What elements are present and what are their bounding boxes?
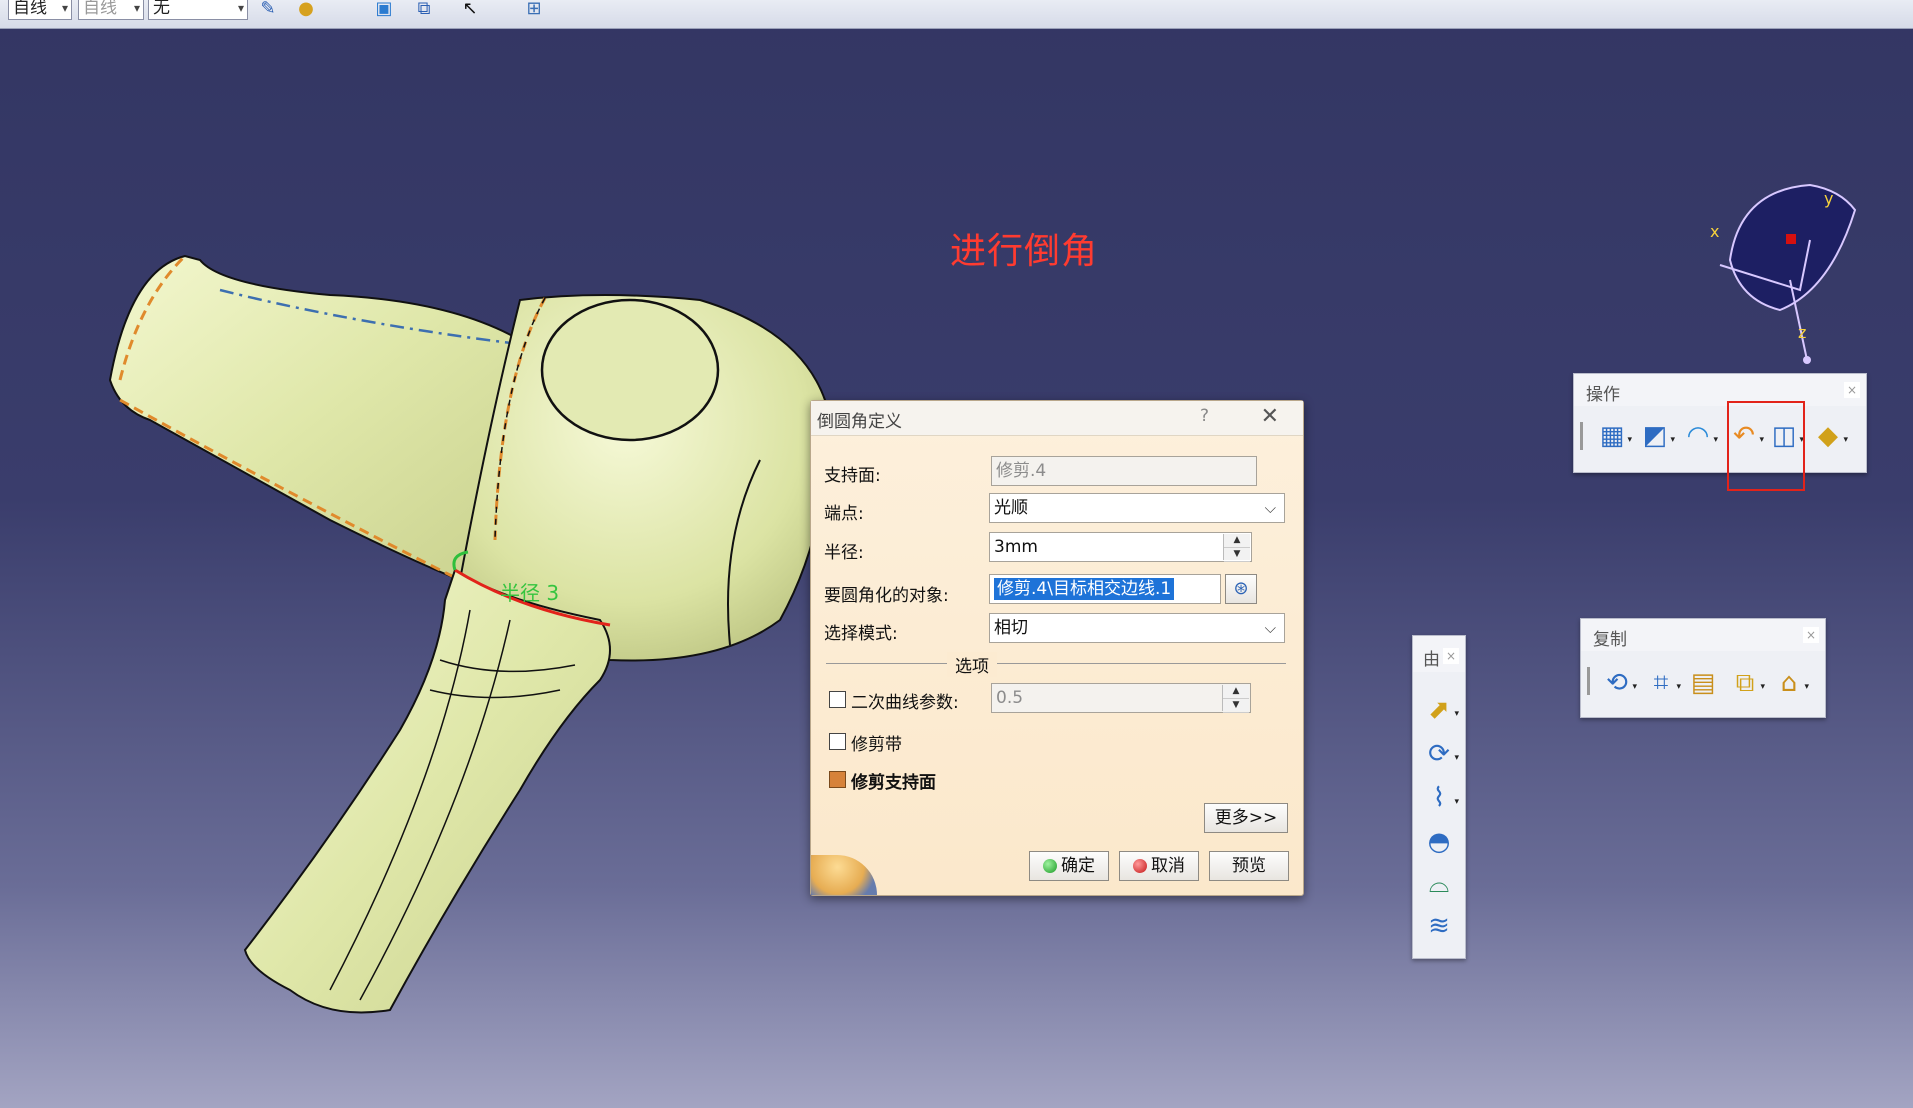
conic-value: 0.5 (996, 688, 1024, 708)
copy-toolbar: 复制 × ⟲ ▾ ⌗ ▾ ▤ ⧉ ▾ ⌂ ▾ (1580, 618, 1826, 718)
dialog-decoration (811, 855, 877, 895)
trim-ribbon-label: 修剪带 (851, 735, 902, 755)
ok-label: 确定 (1061, 856, 1095, 876)
conic-checkbox[interactable] (829, 691, 846, 708)
operations-toolbar-title: 操作 (1586, 385, 1620, 405)
compass-y-label: y (1824, 189, 1833, 208)
spin-up-icon[interactable]: ▲ (1224, 534, 1250, 548)
radius-stepper[interactable]: 3mm ▲ ▼ (989, 532, 1252, 562)
heal-icon[interactable]: ◩ ▾ (1637, 418, 1675, 454)
objects-value: 修剪.4\目标相交边线.1 (994, 578, 1175, 600)
support-field[interactable]: 修剪.4 (991, 456, 1257, 486)
objects-label: 要圆角化的对象: (824, 586, 949, 606)
endpoint-select[interactable]: 光顺 ⌵ (989, 493, 1285, 523)
cancel-button[interactable]: 取消 (1119, 851, 1199, 881)
instantiate-icon[interactable]: ▤ (1685, 665, 1721, 701)
radius-spin-buttons[interactable]: ▲ ▼ (1223, 534, 1250, 562)
radius-label: 半径: (824, 543, 864, 563)
chevron-down-icon: ⌵ (1264, 499, 1276, 517)
cancel-icon (1133, 859, 1147, 873)
fill-icon[interactable]: ◓ (1421, 824, 1457, 860)
object-repetition-icon[interactable]: ⟲ ▾ (1599, 665, 1637, 701)
duplicate-icon[interactable]: ⧉ ▾ (1727, 665, 1765, 701)
transform-icon[interactable]: ◆ ▾ (1810, 418, 1848, 454)
edge-selection-icon[interactable]: ⊛ (1225, 574, 1257, 604)
conic-field: 0.5 ▲ ▼ (991, 683, 1251, 713)
copy-toolbar-title: 复制 (1593, 630, 1627, 650)
close-icon[interactable]: × (1844, 382, 1860, 398)
objects-field[interactable]: 修剪.4\目标相交边线.1 (989, 574, 1221, 604)
dialog-title: 倒圆角定义 (817, 412, 902, 432)
toolbar-grip[interactable] (1587, 667, 1590, 695)
annotation-caption: 进行倒角 (950, 231, 1099, 272)
multisection-icon[interactable]: ⌓ (1421, 866, 1457, 902)
close-icon[interactable]: ✕ (1261, 404, 1279, 429)
radius-annotation: 半径 3 (500, 581, 559, 605)
radius-value: 3mm (994, 537, 1038, 557)
mode-select[interactable]: 相切 ⌵ (989, 613, 1285, 643)
help-icon[interactable]: ? (1200, 406, 1209, 426)
spin-down-icon: ▼ (1223, 699, 1249, 713)
trim-ribbon-checkbox[interactable] (829, 733, 846, 750)
handle-surface (243, 568, 611, 1014)
options-section-title: 选项 (947, 652, 997, 677)
sweep-icon[interactable]: ⌇ ▾ (1421, 780, 1459, 816)
more-button[interactable]: 更多>> (1204, 803, 1288, 833)
operations-toolbar: 操作 × ▦ ▾ ◩ ▾ ◠ ▾ ↶ ▾ ◫ ▾ ◆ ▾ (1573, 373, 1867, 473)
operations-toolbar-header[interactable]: 操作 × (1574, 374, 1866, 406)
preview-button[interactable]: 预览 (1209, 851, 1289, 881)
close-icon[interactable]: × (1443, 648, 1459, 664)
support-value: 修剪.4 (996, 461, 1047, 481)
toolbar-grip[interactable] (1580, 422, 1583, 450)
conic-spin-buttons: ▲ ▼ (1222, 685, 1249, 713)
support-label: 支持面: (824, 466, 881, 486)
untrim-icon[interactable]: ◠ ▾ (1680, 418, 1718, 454)
close-icon[interactable]: × (1803, 627, 1819, 643)
copy-toolbar-header[interactable]: 复制 × (1581, 619, 1825, 651)
nozzle-surface (108, 254, 522, 582)
trim-support-label: 修剪支持面 (851, 773, 936, 793)
surfaces-toolbar: 由 × ⬈ ▾ ⟳ ▾ ⌇ ▾ ◓ ⌓ ≋ (1412, 635, 1466, 959)
revolve-icon[interactable]: ⟳ ▾ (1421, 736, 1459, 772)
highlight-box (1727, 401, 1805, 491)
extrude-icon[interactable]: ⬈ ▾ (1421, 692, 1459, 728)
chevron-down-icon: ⌵ (1264, 619, 1276, 637)
endpoint-label: 端点: (824, 504, 864, 524)
powercopy-icon[interactable]: ⌂ ▾ (1771, 665, 1809, 701)
mode-label: 选择模式: (824, 624, 898, 644)
ok-icon (1043, 859, 1057, 873)
options-divider (826, 663, 1286, 664)
offset-icon[interactable]: ≋ (1421, 908, 1457, 944)
cancel-label: 取消 (1151, 856, 1185, 876)
conic-label: 二次曲线参数: (851, 693, 959, 713)
points-repetition-icon[interactable]: ⌗ ▾ (1643, 665, 1681, 701)
dialog-titlebar: 倒圆角定义 ? ✕ (811, 401, 1303, 436)
spin-up-icon: ▲ (1223, 685, 1249, 699)
surfaces-toolbar-title: 由 (1423, 650, 1440, 670)
ok-button[interactable]: 确定 (1029, 851, 1109, 881)
compass[interactable]: x y z (1700, 180, 1870, 370)
join-icon[interactable]: ▦ ▾ (1594, 418, 1632, 454)
spin-down-icon[interactable]: ▼ (1224, 548, 1250, 562)
compass-x-label: x (1710, 222, 1719, 241)
mode-value: 相切 (994, 618, 1028, 638)
surfaces-toolbar-header[interactable]: 由 × (1413, 636, 1465, 672)
trim-support-checkbox[interactable] (829, 771, 846, 788)
compass-z-label: z (1798, 323, 1806, 342)
fillet-definition-dialog: 倒圆角定义 ? ✕ 支持面: 修剪.4 端点: 光顺 ⌵ 半径: 3mm ▲ ▼… (810, 400, 1304, 896)
endpoint-value: 光顺 (994, 498, 1028, 518)
